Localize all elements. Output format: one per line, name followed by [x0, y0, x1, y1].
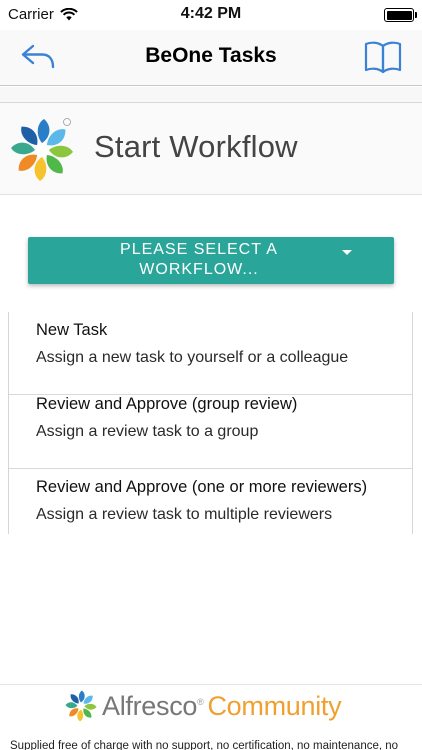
- start-workflow-header: Start Workflow: [0, 103, 422, 195]
- page-title: Start Workflow: [94, 129, 298, 164]
- alfresco-logo-icon: [65, 690, 97, 722]
- workflow-item-multiple-reviewers[interactable]: Review and Approve (one or more reviewer…: [9, 469, 412, 552]
- alfresco-flower-icon: [11, 118, 73, 181]
- book-icon[interactable]: [364, 38, 402, 74]
- workflow-list: New Task Assign a new task to yourself o…: [8, 312, 413, 534]
- caret-down-icon: [342, 250, 352, 255]
- nav-title: BeOne Tasks: [145, 44, 277, 67]
- footer: Alfresco® Community Supplied free of char…: [0, 684, 422, 750]
- workflow-title: New Task: [36, 321, 108, 339]
- select-workflow-button[interactable]: PLEASE SELECT A WORKFLOW...: [28, 237, 394, 284]
- workflow-description: Assign a new task to yourself or a colle…: [36, 349, 349, 366]
- workflow-title: Review and Approve (group review): [36, 395, 298, 413]
- navigation-bar: BeOne Tasks: [0, 30, 422, 86]
- footer-brand: Alfresco® Community: [102, 691, 342, 722]
- workflow-description: Assign a review task to a group: [36, 423, 259, 440]
- workflow-item-new-task[interactable]: New Task Assign a new task to yourself o…: [9, 312, 412, 395]
- status-bar: Carrier 4:42 PM: [0, 0, 422, 30]
- workflow-description: Assign a review task to multiple reviewe…: [36, 506, 333, 523]
- select-workflow-label: PLEASE SELECT A WORKFLOW...: [120, 241, 278, 278]
- footer-note: Supplied free of charge with no support,…: [10, 740, 399, 750]
- battery-icon: [384, 8, 417, 22]
- brand-name: Alfresco: [102, 691, 198, 721]
- status-time: 4:42 PM: [180, 5, 242, 22]
- workflow-item-group-review[interactable]: Review and Approve (group review) Assign…: [9, 386, 412, 469]
- workflow-title: Review and Approve (one or more reviewer…: [36, 478, 368, 496]
- header-divider: [0, 87, 422, 103]
- edition-name: Community: [207, 691, 342, 721]
- registered-mark: ®: [197, 697, 204, 707]
